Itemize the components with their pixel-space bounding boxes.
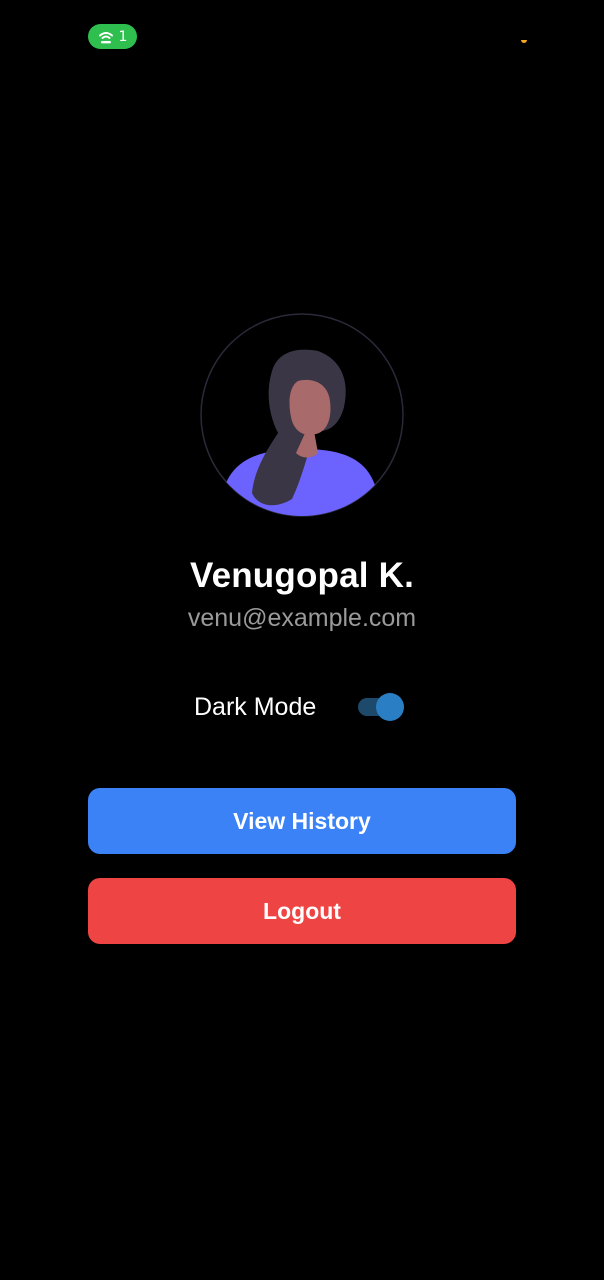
dark-mode-toggle[interactable] bbox=[356, 692, 406, 722]
user-email: venu@example.com bbox=[187, 604, 417, 632]
avatar bbox=[200, 313, 404, 517]
female-avatar-illustration bbox=[200, 313, 404, 517]
hotspot-status-indicator: 1 bbox=[88, 24, 137, 49]
dark-mode-label: Dark Mode bbox=[194, 693, 317, 721]
hotspot-count: 1 bbox=[118, 28, 128, 45]
status-indicator-dot bbox=[521, 40, 527, 43]
logout-button[interactable]: Logout bbox=[88, 878, 516, 944]
user-name: Venugopal K. bbox=[189, 556, 415, 595]
wifi-hotspot-icon bbox=[98, 30, 114, 44]
toggle-knob bbox=[376, 693, 404, 721]
view-history-button[interactable]: View History bbox=[88, 788, 516, 854]
